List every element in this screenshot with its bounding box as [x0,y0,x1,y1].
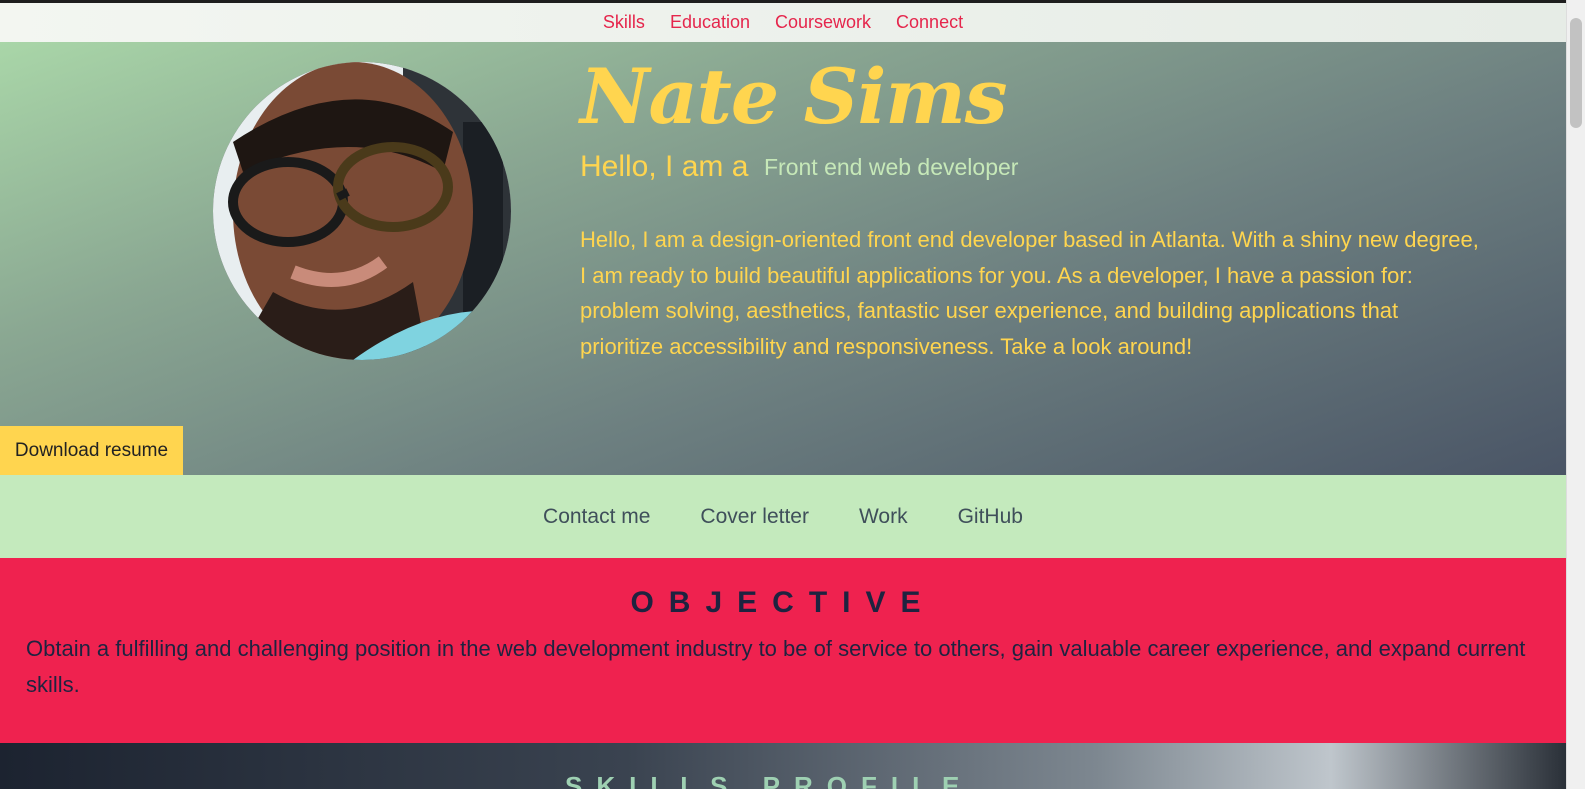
nav-link-connect[interactable]: Connect [896,12,963,33]
scrollbar-thumb[interactable] [1570,18,1582,128]
skills-profile-section: SKILLS PROFILE [0,743,1566,789]
link-work[interactable]: Work [859,505,908,529]
objective-section: OBJECTIVE Obtain a fulfilling and challe… [0,558,1566,743]
nav-link-coursework[interactable]: Coursework [775,12,871,33]
download-resume-button[interactable]: Download resume [0,426,183,475]
links-bar: Contact me Cover letter Work GitHub [0,475,1566,558]
hero-section: Nate Sims Hello, I am a Front end web de… [0,42,1566,475]
page-scrollbar[interactable] [1566,0,1585,789]
link-github[interactable]: GitHub [958,505,1023,529]
hero-name: Nate Sims [580,52,1008,141]
hero-role: Front end web developer [764,154,1019,180]
objective-text: Obtain a fulfilling and challenging posi… [26,636,1526,697]
avatar-photo [213,62,511,360]
nav-link-skills[interactable]: Skills [603,12,645,33]
hero-greeting: Hello, I am a [580,150,749,183]
top-nav: Skills Education Coursework Connect [0,3,1566,42]
avatar [213,62,511,360]
link-cover-letter[interactable]: Cover letter [700,505,809,529]
nav-link-education[interactable]: Education [670,12,750,33]
skills-profile-title: SKILLS PROFILE [565,771,974,789]
hero-bio: Hello, I am a design-oriented front end … [580,227,1479,359]
objective-title: OBJECTIVE [630,586,936,619]
link-contact-me[interactable]: Contact me [543,505,650,529]
